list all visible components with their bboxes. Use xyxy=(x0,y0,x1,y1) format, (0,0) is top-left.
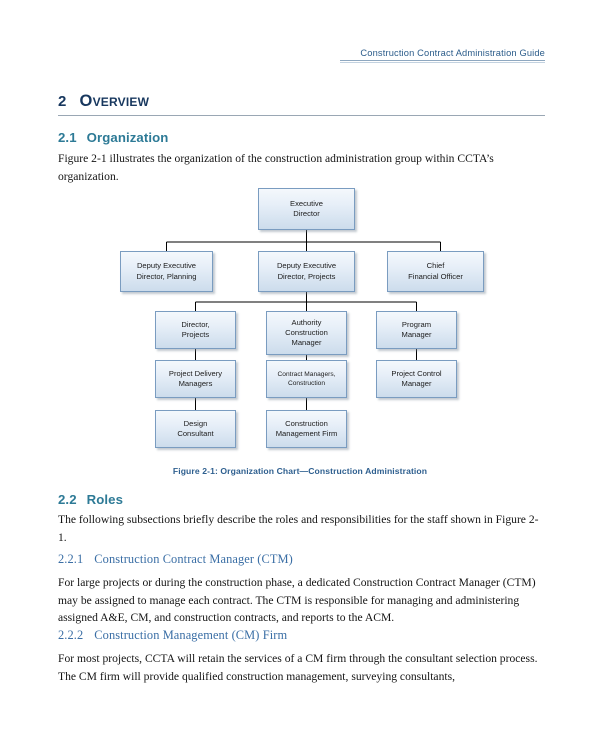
org-node-label: Authority Construction Manager xyxy=(285,317,328,348)
subsection-title-cm-firm: Construction Management (CM) Firm xyxy=(94,628,288,642)
org-node-label: Project Control Manager xyxy=(391,368,442,388)
section-number-organization: 2.1 xyxy=(58,130,77,145)
running-header: Construction Contract Administration Gui… xyxy=(340,48,545,63)
org-node-label: Deputy Executive Director, Planning xyxy=(136,261,197,281)
subsection-number-ctm: 2.2.1 xyxy=(58,552,84,566)
org-node-label: Design Consultant xyxy=(177,418,214,438)
org-node-executive-director: Executive Director xyxy=(258,188,355,230)
chapter-heading-rule xyxy=(58,115,545,116)
subsection-title-ctm: Construction Contract Manager (CTM) xyxy=(94,552,293,566)
paragraph-roles: The following subsections briefly descri… xyxy=(58,513,539,544)
running-header-rule xyxy=(340,60,545,61)
section-heading-organization: 2.1 Organization xyxy=(58,130,168,145)
org-node-program-manager: Program Manager xyxy=(376,311,457,349)
running-header-title: Construction Contract Administration Gui… xyxy=(360,48,545,58)
paragraph-cm-firm: For most projects, CCTA will retain the … xyxy=(58,652,538,683)
org-node-label: Executive Director xyxy=(290,198,323,218)
org-node-label: Contract Managers, Construction xyxy=(277,371,336,387)
running-header-rule-secondary xyxy=(340,62,545,63)
org-node-chief-financial-officer: Chief Financial Officer xyxy=(387,251,484,292)
org-node-label: Chief Financial Officer xyxy=(408,261,463,281)
chapter-heading: 2 Overview xyxy=(58,92,545,111)
org-node-authority-construction-manager: Authority Construction Manager xyxy=(266,311,347,355)
chapter-number: 2 xyxy=(58,93,67,110)
subsection-heading-cm-firm: 2.2.2 Construction Management (CM) Firm xyxy=(58,628,287,643)
chapter-title: Overview xyxy=(79,92,150,110)
org-node-project-control-manager: Project Control Manager xyxy=(376,360,457,398)
section-heading-roles: 2.2 Roles xyxy=(58,492,123,507)
org-node-label: Construction Management Firm xyxy=(275,418,338,438)
org-node-contract-managers-construction: Contract Managers, Construction xyxy=(266,360,347,398)
section-title-organization: Organization xyxy=(86,130,169,145)
subsection-number-cm-firm: 2.2.2 xyxy=(58,628,84,642)
org-node-label: Deputy Executive Director, Projects xyxy=(276,261,337,281)
organization-chart: Executive Director Deputy Executive Dire… xyxy=(0,180,600,470)
paragraph-ctm: For large projects or during the constru… xyxy=(58,576,536,625)
org-node-construction-management-firm: Construction Management Firm xyxy=(266,410,347,448)
figure-caption: Figure 2-1: Organization Chart—Construct… xyxy=(172,466,428,476)
org-node-label: Project Delivery Managers xyxy=(168,368,223,388)
org-node-project-delivery-managers: Project Delivery Managers xyxy=(155,360,236,398)
section-title-roles: Roles xyxy=(86,492,124,507)
document-page: Construction Contract Administration Gui… xyxy=(0,0,600,730)
chapter-heading-block: 2 Overview xyxy=(58,92,545,116)
subsection-heading-ctm: 2.2.1 Construction Contract Manager (CTM) xyxy=(58,552,293,567)
org-node-design-consultant: Design Consultant xyxy=(155,410,236,448)
org-node-deputy-executive-director-projects: Deputy Executive Director, Projects xyxy=(258,251,355,292)
org-node-label: Program Manager xyxy=(401,319,432,339)
org-node-deputy-executive-director-planning: Deputy Executive Director, Planning xyxy=(120,251,213,292)
section-number-roles: 2.2 xyxy=(58,492,77,507)
org-node-director-projects: Director, Projects xyxy=(155,311,236,349)
org-node-label: Director, Projects xyxy=(181,319,210,339)
